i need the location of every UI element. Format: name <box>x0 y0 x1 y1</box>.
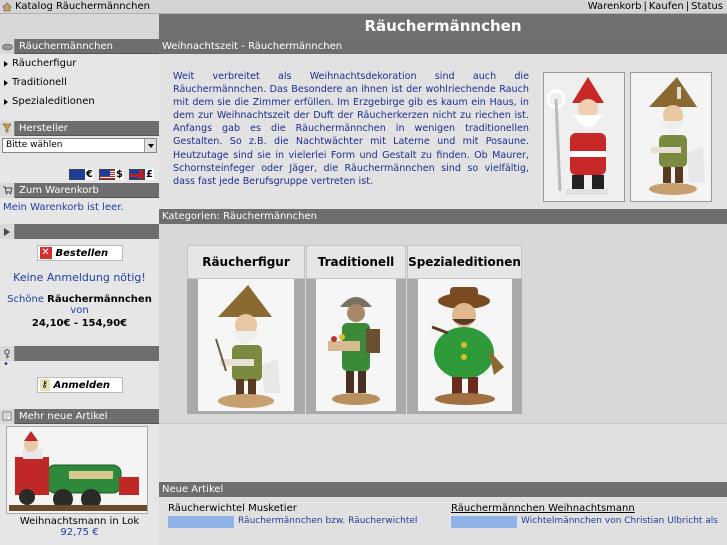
new-item-card[interactable]: Weihnachtsmann in Lok 92,75 € <box>0 424 159 538</box>
chevron-down-icon[interactable] <box>144 139 156 152</box>
arrow-right-icon <box>4 98 8 105</box>
sidebar-item-raeucherfigur[interactable]: Räucherfigur <box>0 54 159 73</box>
bullet: • <box>3 359 9 370</box>
sidebar-manufacturer-header: Hersteller <box>0 120 159 136</box>
price-range: 24,10€ - 154,90€ <box>31 318 128 329</box>
category-label[interactable]: Spezialeditionen <box>407 245 522 279</box>
sidebar-cart-header[interactable]: Zum Warenkorb <box>0 182 159 198</box>
sidebar-login-header <box>0 346 159 361</box>
new-item-title[interactable]: Räucherwichtel Musketier <box>168 503 297 514</box>
top-links: Warenkorb | Kaufen | Status <box>587 1 723 12</box>
sidebar-new-items-header[interactable]: Mehr neue Artikel <box>0 408 159 424</box>
new-item-description: Räuchermännchen bzw. Räucherwichtel <box>238 516 418 526</box>
intro-image-wichtel <box>630 72 712 202</box>
breadcrumb[interactable]: Katalog Räuchermännchen <box>2 0 150 14</box>
order-button[interactable]: ✕ Bestellen <box>36 245 123 261</box>
categories-grid: Räucherfigur Traditionell Spezialedition… <box>159 224 727 424</box>
new-item-title[interactable]: Räuchermännchen Weihnachtsmann <box>451 503 635 514</box>
sidebar: Räuchermännchen Räucherfigur Traditionel… <box>0 38 159 545</box>
top-bar: Katalog Räuchermännchen Warenkorb | Kaufen… <box>0 0 727 14</box>
new-item-musketier[interactable]: Räucherwichtel Musketier Räuchermännchen… <box>168 503 417 528</box>
login-hint: Keine Anmeldung nötig! <box>13 271 146 284</box>
home-icon <box>2 2 12 12</box>
new-item-name[interactable]: Weihnachtsmann in Lok <box>6 516 153 527</box>
new-item-description: Wichtelmännchen von Christian Ulbricht a… <box>521 516 718 526</box>
cart-icon <box>0 182 15 198</box>
new-item-weihnachtsmann[interactable]: Räuchermännchen Weihnachtsmann Wichtelmä… <box>451 503 718 528</box>
link-cart[interactable]: Warenkorb <box>588 1 642 12</box>
category-label[interactable]: Traditionell <box>306 245 406 279</box>
category-image[interactable] <box>407 279 522 414</box>
new-item-price: 92,75 € <box>60 527 99 538</box>
categories-header: Kategorien: Räuchermännchen <box>159 209 727 224</box>
funnel-icon <box>0 120 15 136</box>
new-items-header: Neue Artikel <box>159 482 727 497</box>
breadcrumb-label[interactable]: Katalog Räuchermännchen <box>15 0 150 14</box>
main-content: Weihnachtszeit - Räuchermännchen Weit ve… <box>159 39 727 545</box>
new-item-thumbnail[interactable] <box>451 516 517 528</box>
sidebar-categories-header: Räuchermännchen <box>0 38 159 54</box>
play-icon <box>0 224 15 239</box>
new-item-image[interactable] <box>6 426 148 514</box>
sidebar-checkout-header <box>0 224 159 239</box>
sidebar-item-traditionell[interactable]: Traditionell <box>0 73 159 92</box>
page-title: Räuchermännchen <box>159 14 727 39</box>
category-card-raeucherfigur[interactable]: Räucherfigur <box>187 245 305 417</box>
price-hint: Schöne Räuchermännchen von <box>7 294 152 316</box>
intro-header: Weihnachtszeit - Räuchermännchen <box>159 39 727 54</box>
logo-area <box>0 14 159 39</box>
category-card-spezialeditionen[interactable]: Spezialeditionen <box>407 245 522 417</box>
link-status[interactable]: Status <box>691 1 723 12</box>
sidebar-item-spezialeditionen[interactable]: Spezialeditionen <box>0 92 159 111</box>
new-item-thumbnail[interactable] <box>168 516 234 528</box>
arrow-right-icon <box>4 79 8 86</box>
currency-selector: € $ £ <box>0 165 159 183</box>
category-image[interactable] <box>187 279 305 414</box>
category-label[interactable]: Räucherfigur <box>187 245 305 279</box>
newspaper-icon <box>0 408 15 424</box>
category-image[interactable] <box>306 279 406 414</box>
link-checkout[interactable]: Kaufen <box>649 1 684 12</box>
currency-gbp-button[interactable]: £ <box>129 168 154 180</box>
intro-image-santa <box>543 72 625 202</box>
category-card-traditionell[interactable]: Traditionell <box>306 245 406 417</box>
bowl-icon <box>0 38 15 54</box>
spacer <box>159 424 727 482</box>
key-icon: ⚷ <box>39 379 50 391</box>
close-icon: ✕ <box>39 247 52 259</box>
intro-section: Weit verbreitet als Weihnachtsdekoration… <box>159 54 727 209</box>
currency-usd-button[interactable]: $ <box>99 168 124 180</box>
cart-status: Mein Warenkorb ist leer. <box>3 202 124 213</box>
currency-eur-button[interactable]: € <box>69 168 94 180</box>
intro-text: Weit verbreitet als Weihnachtsdekoration… <box>173 71 529 187</box>
manufacturer-select[interactable]: Bitte wählen <box>2 138 157 153</box>
arrow-right-icon <box>4 60 8 67</box>
login-button[interactable]: ⚷ Anmelden <box>36 377 123 393</box>
new-items-list: Räucherwichtel Musketier Räuchermännchen… <box>159 497 727 537</box>
